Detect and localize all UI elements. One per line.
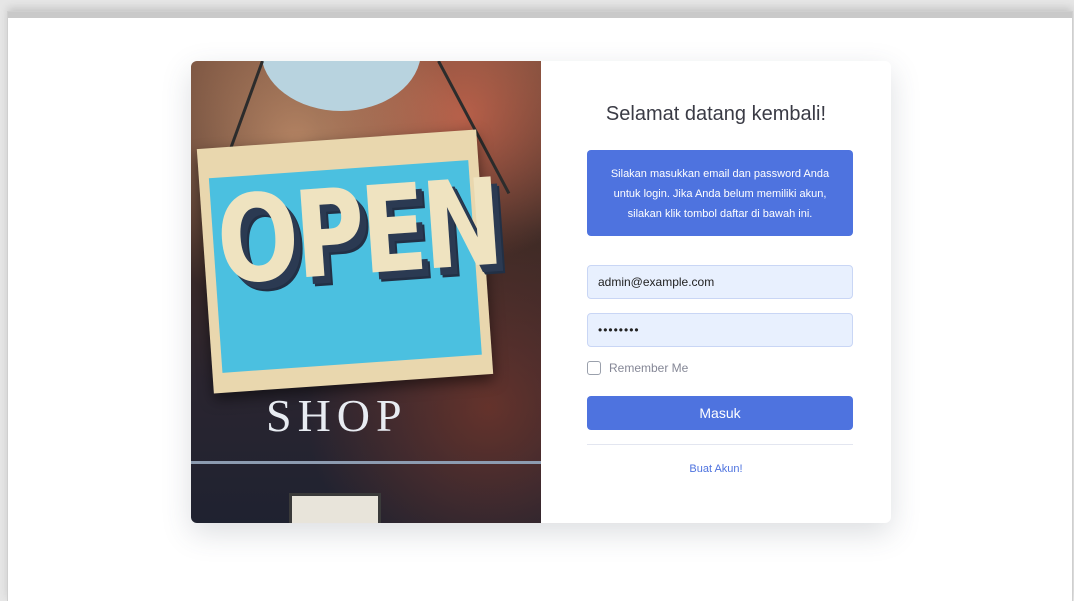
door-plate — [289, 493, 381, 523]
email-field[interactable] — [587, 265, 853, 299]
login-form: Selamat datang kembali! Silakan masukkan… — [541, 61, 891, 523]
divider — [587, 444, 853, 445]
register-link[interactable]: Buat Akun! — [541, 463, 891, 475]
login-button[interactable]: Masuk — [587, 396, 853, 430]
shop-window-text: SHOP — [266, 390, 408, 441]
open-sign: OPEN — [196, 129, 504, 394]
password-field[interactable] — [587, 313, 853, 347]
open-sign-text: OPEN — [212, 152, 504, 312]
login-card: OPEN SHOP Selamat datang kembali! Silaka… — [191, 61, 891, 523]
hero-image: OPEN SHOP — [191, 61, 541, 523]
page-title: Selamat datang kembali! — [605, 103, 827, 125]
remember-me-checkbox[interactable] — [587, 361, 601, 375]
info-alert: Silakan masukkan email dan password Anda… — [587, 150, 853, 236]
window-frame-bar — [191, 461, 541, 464]
remember-me[interactable]: Remember Me — [587, 361, 688, 375]
remember-me-label: Remember Me — [609, 361, 689, 375]
hanging-lamp — [261, 61, 421, 111]
